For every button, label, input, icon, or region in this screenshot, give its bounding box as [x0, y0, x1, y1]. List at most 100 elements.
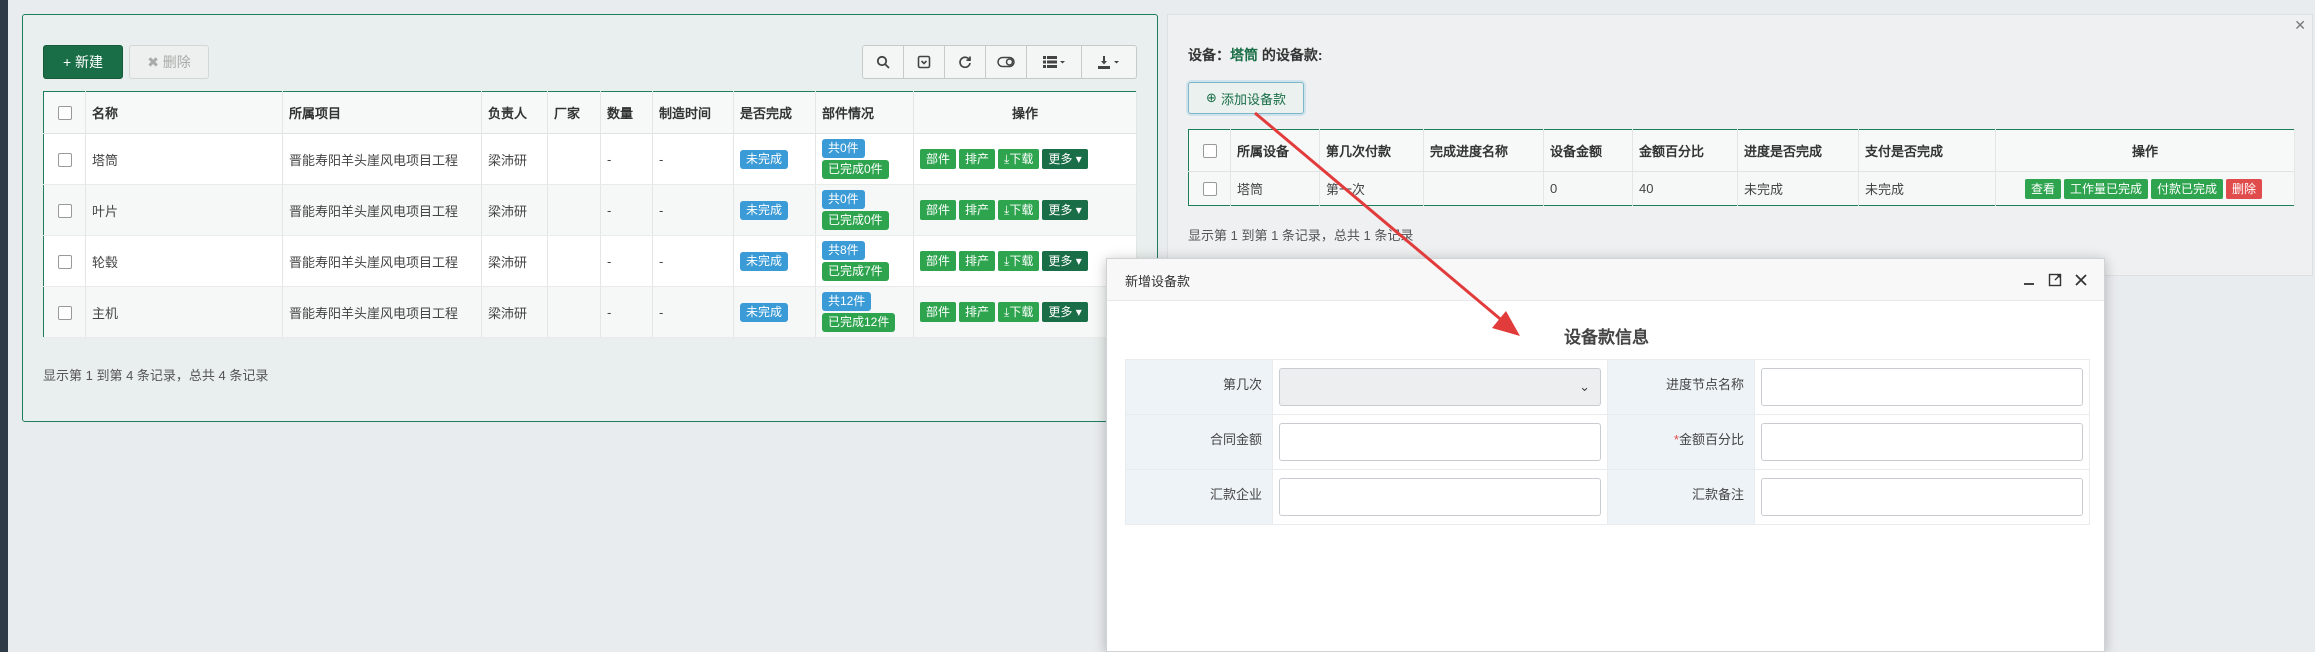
cell-name: 轮毂 — [85, 235, 283, 287]
view-button[interactable]: 查看 — [2024, 178, 2061, 199]
status-badge: 未完成 — [740, 251, 789, 271]
parts-button[interactable]: 部件 — [920, 251, 957, 271]
nth-select[interactable]: ⌄ — [1279, 368, 1601, 406]
col-name: 名称 — [85, 91, 283, 134]
close-icon[interactable] — [2068, 267, 2094, 293]
columns-icon[interactable] — [985, 45, 1027, 79]
refresh-icon[interactable] — [944, 45, 986, 79]
payment-form: 第几次 ⌄ 进度节点名称 合同金额 *金额百分比 汇款企业 汇款备注 — [1125, 359, 2090, 525]
status-badge: 未完成 — [740, 302, 789, 322]
minimize-icon[interactable] — [2016, 267, 2042, 293]
caret-down-icon: ▾ — [1072, 152, 1082, 166]
status-badge: 未完成 — [740, 149, 789, 169]
parts-button[interactable]: 部件 — [920, 149, 957, 169]
pay-done-button[interactable]: 付款已完成 — [2151, 178, 2224, 199]
more-button[interactable]: 更多 ▾ — [1042, 251, 1088, 271]
schedule-button[interactable]: 排产 — [959, 200, 996, 220]
cell-project: 晋能寿阳羊头崖风电项目工程 — [282, 184, 482, 236]
cell-owner: 梁沛研 — [481, 184, 548, 236]
remit-note-input[interactable] — [1761, 478, 2083, 516]
left-nav-strip — [0, 0, 8, 652]
cell-time: - — [652, 133, 734, 185]
parts-total-badge: 共0件 — [822, 190, 865, 209]
list-icon[interactable] — [1026, 45, 1082, 79]
col-device: 所属设备 — [1230, 129, 1320, 172]
col-vendor: 厂家 — [547, 91, 601, 134]
table-header: 所属设备 第几次付款 完成进度名称 设备金额 金额百分比 进度是否完成 支付是否… — [1188, 129, 2295, 172]
add-payment-button[interactable]: ⊕ 添加设备款 — [1188, 82, 1304, 114]
cell-owner: 梁沛研 — [481, 133, 548, 185]
maximize-icon[interactable] — [2042, 267, 2068, 293]
col-actions: 操作 — [913, 91, 1137, 134]
table-row: 塔筒 第一次 0 40 未完成 未完成 查看 工作量已完成 付款已完成 删除 — [1188, 171, 2295, 206]
table-row: 主机 晋能寿阳羊头崖风电项目工程 梁沛研 - - 未完成 共12件 已完成12件 … — [43, 286, 1137, 338]
payment-panel: ✕ 设备：塔筒 的设备款: ⊕ 添加设备款 所属设备 第几次付款 完成进度名称 设… — [1167, 14, 2313, 276]
col-done: 是否完成 — [733, 91, 816, 134]
parts-done-badge: 已完成0件 — [822, 211, 889, 230]
percent-input[interactable] — [1761, 423, 2083, 461]
download-button[interactable]: ⤓下载 — [998, 302, 1040, 322]
export-icon[interactable] — [1081, 45, 1137, 79]
cell-pay-done: 未完成 — [1858, 171, 1996, 206]
col-amount: 设备金额 — [1543, 129, 1633, 172]
row-checkbox[interactable] — [57, 254, 72, 269]
row-checkbox[interactable] — [57, 203, 72, 218]
schedule-button[interactable]: 排产 — [959, 302, 996, 322]
parts-button[interactable]: 部件 — [920, 200, 957, 220]
more-button[interactable]: 更多 ▾ — [1042, 149, 1088, 169]
add-payment-label: 添加设备款 — [1220, 91, 1286, 107]
cell-name: 主机 — [85, 286, 283, 338]
schedule-button[interactable]: 排产 — [959, 251, 996, 271]
download-button[interactable]: ⤓下载 — [998, 200, 1040, 220]
parts-button[interactable]: 部件 — [920, 302, 957, 322]
table-header: 名称 所属项目 负责人 厂家 数量 制造时间 是否完成 部件情况 操作 — [43, 91, 1137, 134]
cell-qty: - — [600, 235, 653, 287]
parts-total-badge: 共12件 — [822, 292, 872, 311]
table-row: 叶片 晋能寿阳羊头崖风电项目工程 梁沛研 - - 未完成 共0件 已完成0件 部件… — [43, 184, 1137, 236]
download-button[interactable]: ⤓下载 — [998, 149, 1040, 169]
cell-time: - — [652, 235, 734, 287]
close-icon[interactable]: ✕ — [2294, 17, 2306, 34]
download-button[interactable]: ⤓下载 — [998, 251, 1040, 271]
table-toolbar — [862, 45, 1137, 79]
cell-vendor — [547, 235, 601, 287]
row-checkbox[interactable] — [57, 152, 72, 167]
row-checkbox[interactable] — [57, 305, 72, 320]
status-badge: 未完成 — [740, 200, 789, 220]
row-checkbox[interactable] — [1202, 182, 1217, 197]
toggle-icon[interactable] — [903, 45, 945, 79]
title-suffix: 的设备款: — [1258, 47, 1323, 63]
progress-node-input[interactable] — [1761, 368, 2083, 406]
schedule-button[interactable]: 排产 — [959, 149, 996, 169]
cell-device: 塔筒 — [1230, 171, 1320, 206]
more-label: 更多 — [1048, 152, 1073, 166]
table-row: 轮毂 晋能寿阳羊头崖风电项目工程 梁沛研 - - 未完成 共8件 已完成7件 部件… — [43, 235, 1137, 287]
delete-button[interactable]: ✖ 删除 — [129, 45, 209, 79]
percent-label-text: 金额百分比 — [1678, 432, 1744, 447]
cell-qty: - — [600, 133, 653, 185]
modal-header: 新增设备款 — [1107, 259, 2104, 301]
percent-label: *金额百分比 — [1607, 414, 1755, 470]
remit-company-input[interactable] — [1279, 478, 1601, 516]
form-title: 设备款信息 — [1564, 328, 1649, 347]
modal-controls — [2016, 267, 2094, 293]
delete-row-button[interactable]: 删除 — [2226, 178, 2263, 199]
new-button[interactable]: + 新建 — [43, 45, 123, 79]
work-done-button[interactable]: 工作量已完成 — [2063, 178, 2148, 199]
cell-nth: 第一次 — [1319, 171, 1424, 206]
search-icon[interactable] — [862, 45, 904, 79]
modal-title: 新增设备款 — [1125, 274, 1191, 289]
payment-panel-title: 设备：塔筒 的设备款: — [1188, 45, 1323, 65]
cell-progress-done: 未完成 — [1737, 171, 1859, 206]
select-all-checkbox[interactable] — [1202, 144, 1217, 159]
contract-amount-input[interactable] — [1279, 423, 1601, 461]
col-percent: 金额百分比 — [1632, 129, 1738, 172]
cell-project: 晋能寿阳羊头崖风电项目工程 — [282, 133, 482, 185]
col-parts: 部件情况 — [815, 91, 914, 134]
select-all-checkbox[interactable] — [57, 106, 72, 121]
cell-vendor — [547, 286, 601, 338]
more-button[interactable]: 更多 ▾ — [1042, 200, 1088, 220]
add-payment-modal: 新增设备款 设备款信息 第几次 ⌄ 进度节点名称 合同金额 *金额百分比 汇款企… — [1106, 258, 2105, 652]
cell-project: 晋能寿阳羊头崖风电项目工程 — [282, 286, 482, 338]
more-button[interactable]: 更多 ▾ — [1042, 302, 1088, 322]
